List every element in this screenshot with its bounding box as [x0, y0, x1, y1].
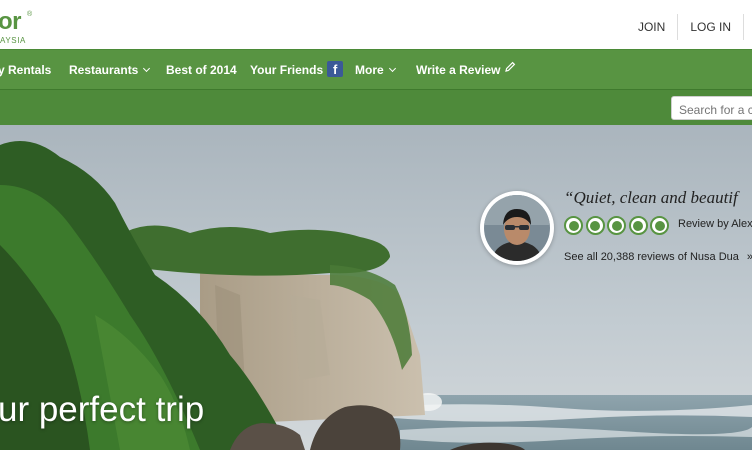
logo-registered-mark: ®: [27, 11, 33, 18]
facebook-icon: f: [327, 60, 344, 77]
nav-label: Write a Review: [416, 63, 501, 77]
hero-banner: ur perfect trip “Quiet, clean and beauti…: [0, 125, 752, 450]
review-quote[interactable]: “Quiet, clean and beautif: [564, 188, 738, 208]
account-links: JOIN LOG IN: [626, 14, 752, 40]
nav-write-review[interactable]: Write a Review: [416, 50, 516, 90]
rating-bubble-icon: [585, 216, 605, 235]
nav-label: Best of 2014: [166, 63, 237, 77]
chevron-down-icon: [388, 64, 396, 73]
nav-best-of-2014[interactable]: Best of 2014: [166, 50, 237, 90]
review-author[interactable]: Review by Alex: [678, 218, 752, 230]
avatar[interactable]: [480, 191, 554, 265]
logo-country: AYSIA: [0, 36, 26, 45]
pencil-icon: [504, 49, 516, 89]
search-bar: [0, 89, 752, 125]
main-nav: y Rentals Restaurants Best of 2014 Your …: [0, 49, 752, 89]
see-all-label: See all 20,388 reviews of Nusa Dua: [564, 251, 739, 263]
site-header: or ® AYSIA JOIN LOG IN: [0, 0, 752, 49]
nav-label: Your Friends: [250, 63, 324, 77]
nav-vacation-rentals[interactable]: y Rentals: [0, 50, 51, 90]
avatar-photo: [484, 195, 550, 261]
join-link[interactable]: JOIN: [626, 14, 677, 40]
login-link[interactable]: LOG IN: [677, 14, 743, 40]
rating-bubble-icon: [564, 216, 583, 235]
nav-label: y Rentals: [0, 63, 52, 77]
nav-more[interactable]: More: [355, 50, 396, 90]
nav-your-friends[interactable]: Your Friends f: [250, 50, 344, 90]
rating-bubble-icon: [628, 216, 648, 235]
see-all-reviews-link[interactable]: See all 20,388 reviews of Nusa Dua »: [564, 251, 752, 263]
nav-restaurants[interactable]: Restaurants: [69, 50, 151, 90]
rating-bubbles: [564, 216, 672, 235]
search-input[interactable]: [671, 96, 752, 120]
nav-label: Restaurants: [69, 63, 139, 77]
logo[interactable]: or: [0, 8, 22, 36]
featured-review: “Quiet, clean and beautif Review by Alex…: [480, 188, 752, 268]
header-divider: [743, 14, 752, 40]
hero-title: ur perfect trip: [0, 390, 205, 429]
rating-bubble-icon: [607, 216, 626, 235]
chevron-down-icon: [143, 64, 151, 73]
rating-bubble-icon: [650, 216, 669, 235]
arrow-right-icon: »: [747, 251, 752, 263]
nav-label: More: [355, 63, 384, 77]
